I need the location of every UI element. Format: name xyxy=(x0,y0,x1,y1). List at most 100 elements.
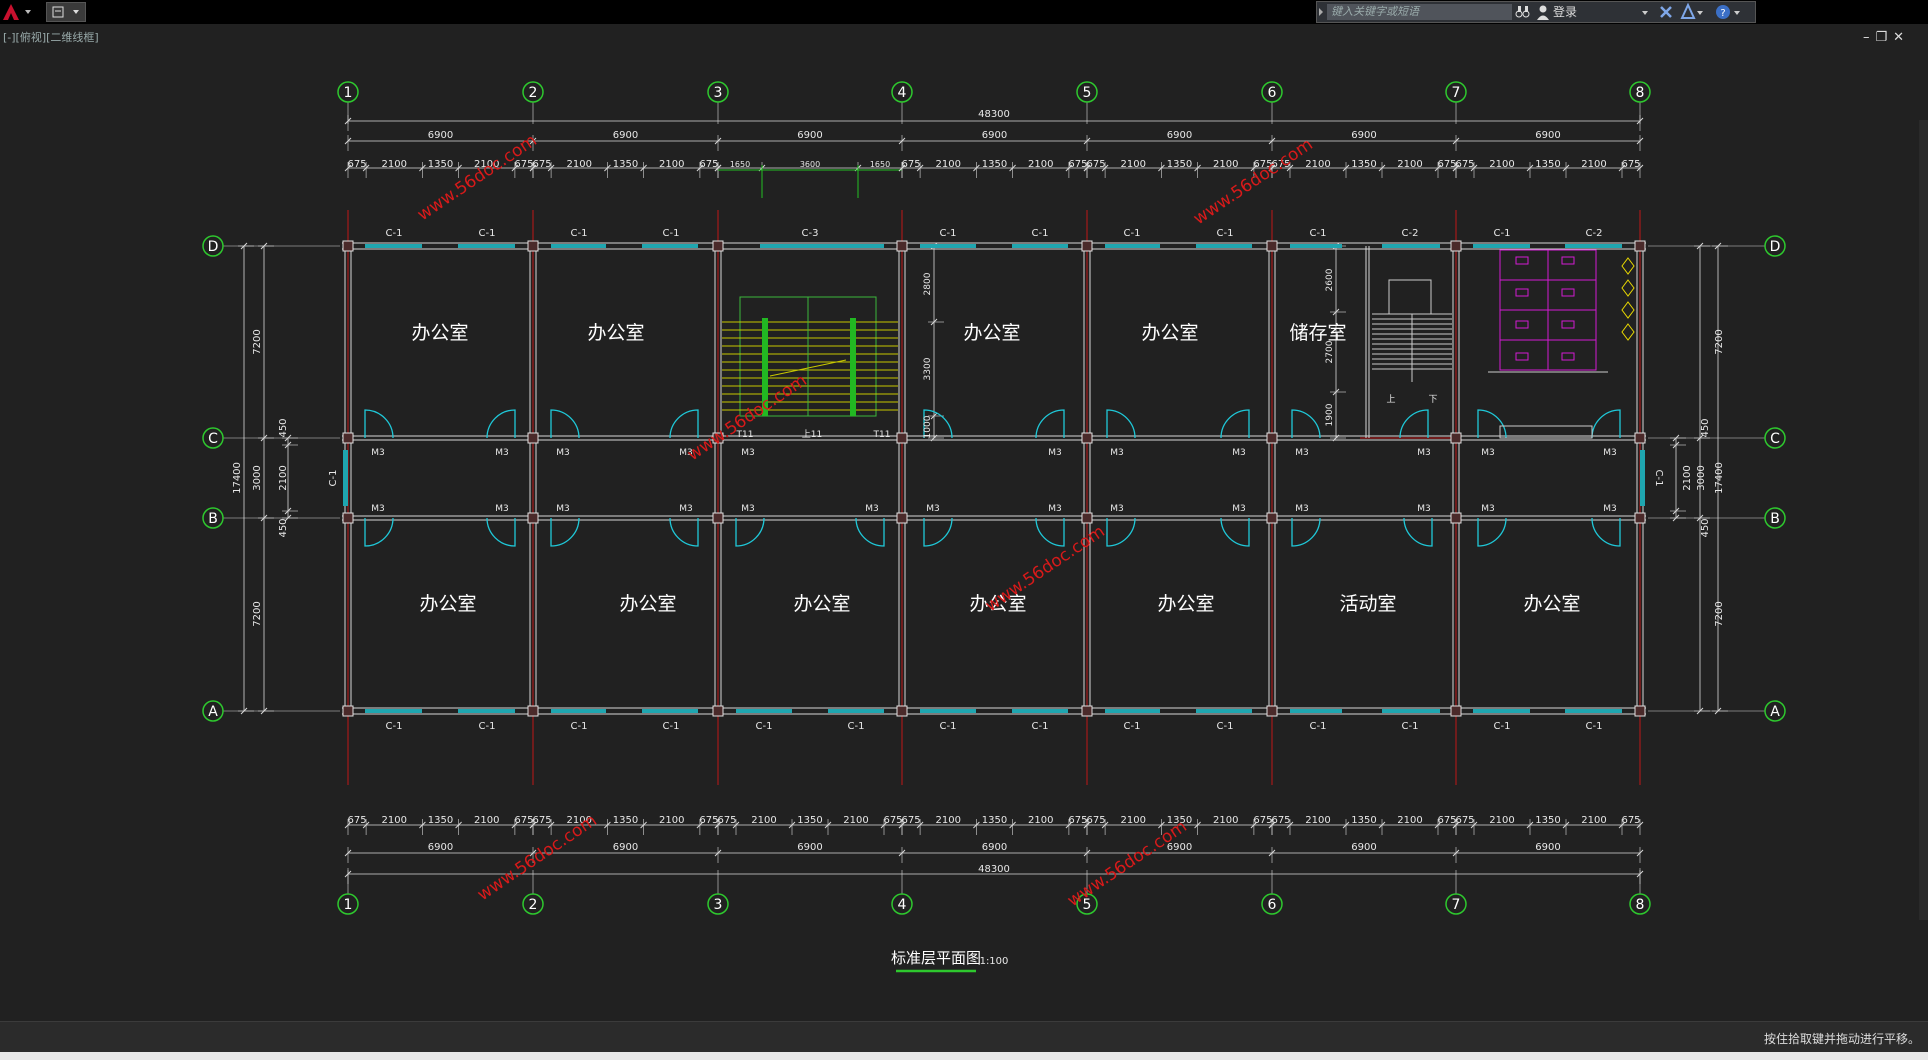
toilet xyxy=(1515,288,1529,297)
door xyxy=(855,517,885,547)
window xyxy=(920,244,976,248)
axis-label: 3 xyxy=(714,897,723,913)
dim-seg-top: 2100 xyxy=(567,159,592,170)
column xyxy=(712,512,724,524)
dim-seg-bottom: 675 xyxy=(902,815,921,826)
dim-seg-top: 1350 xyxy=(982,159,1007,170)
dim-seg-bottom: 675 xyxy=(348,815,367,826)
dim-seg-bottom: 675 xyxy=(1437,815,1456,826)
column xyxy=(342,240,354,252)
dim-bay-top: 6900 xyxy=(797,130,822,141)
window-label: C-1 xyxy=(663,228,680,239)
window xyxy=(1012,244,1068,248)
dim-seg-bottom: 2100 xyxy=(1213,815,1238,826)
column xyxy=(712,240,724,252)
axis-label: 6 xyxy=(1268,897,1277,913)
door-label: M3 xyxy=(495,448,509,458)
dim-storage: 1900 xyxy=(1325,403,1335,426)
room-name: 办公室 xyxy=(793,593,850,615)
toilet xyxy=(1561,320,1575,329)
window xyxy=(828,709,884,713)
door xyxy=(364,409,394,439)
room-name: 办公室 xyxy=(1141,322,1198,344)
door xyxy=(364,517,394,547)
door-label: M3 xyxy=(1048,504,1062,514)
door-label: M3 xyxy=(926,504,940,514)
stair-label: 下 xyxy=(1428,395,1437,405)
window-label: C-1 xyxy=(386,228,403,239)
dim-total-bottom: 48300 xyxy=(978,864,1010,875)
axis-label: 1 xyxy=(344,85,353,101)
dim-bay-top: 6900 xyxy=(1351,130,1376,141)
window xyxy=(1565,244,1622,248)
toilet xyxy=(1515,256,1529,265)
window-label: C-1 xyxy=(1032,228,1049,239)
stair-landing xyxy=(1388,279,1432,315)
axis-label: 8 xyxy=(1636,85,1645,101)
axis-label: 3 xyxy=(714,85,723,101)
floor-plan-drawing[interactable]: 483006900 6900 6900 6900 6900 6900 6900675 2100… xyxy=(0,0,1928,1021)
window xyxy=(1290,709,1342,713)
window xyxy=(365,244,422,248)
window xyxy=(642,709,698,713)
column xyxy=(527,705,539,717)
dim-stair-seg: 3600 xyxy=(800,160,820,169)
dim-seg-bottom: 2100 xyxy=(1397,815,1422,826)
axis-label: 6 xyxy=(1268,85,1277,101)
dim-seg-bottom: 2100 xyxy=(843,815,868,826)
column xyxy=(1450,705,1462,717)
door xyxy=(1106,409,1136,439)
window-label: C-1 xyxy=(663,721,680,732)
door-label: M3 xyxy=(1295,448,1309,458)
dim-row-right: 7200 xyxy=(1714,601,1725,626)
window xyxy=(1012,709,1068,713)
dim-seg-bottom: 675 xyxy=(1087,815,1106,826)
door xyxy=(1291,517,1321,547)
watermark: www.56doc.com xyxy=(1190,135,1317,230)
room-name: 办公室 xyxy=(619,593,676,615)
window xyxy=(1105,244,1160,248)
axis-label: A xyxy=(1770,704,1780,720)
dim-depth-left: 17400 xyxy=(232,462,243,494)
window-label: C-1 xyxy=(328,470,339,487)
walls xyxy=(342,240,1646,717)
window-side xyxy=(1640,450,1645,506)
dim-depth-right: 17400 xyxy=(1714,462,1725,494)
room-name: 活动室 xyxy=(1339,593,1396,615)
dim-row-right: 3000 xyxy=(1696,465,1707,490)
column xyxy=(1634,512,1646,524)
window xyxy=(1473,244,1530,248)
labels: 483006900 6900 6900 6900 6900 6900 6900675 2100… xyxy=(232,109,1725,973)
dim-seg-top: 2100 xyxy=(1397,159,1422,170)
dim-seg-top: 675 xyxy=(1437,159,1456,170)
dim-seg-bottom: 675 xyxy=(1621,815,1640,826)
door-label: M3 xyxy=(1603,504,1617,514)
drawing-scale: 1:100 xyxy=(980,956,1009,967)
window xyxy=(1196,709,1252,713)
dim-seg-bottom: 675 xyxy=(717,815,736,826)
window-label: C-1 xyxy=(940,721,957,732)
room-name: 储存室 xyxy=(1289,322,1346,344)
dim-bay-bottom: 6900 xyxy=(613,842,638,853)
door-label: M3 xyxy=(1417,504,1431,514)
dim-seg-bottom: 675 xyxy=(514,815,533,826)
dim-seg-bottom: 2100 xyxy=(936,815,961,826)
dim-seg-bottom: 675 xyxy=(1068,815,1087,826)
column xyxy=(342,432,354,444)
door-label: M3 xyxy=(1110,448,1124,458)
window xyxy=(760,244,884,248)
dimension-lines xyxy=(223,102,1765,894)
door-label: M3 xyxy=(556,504,570,514)
column xyxy=(527,512,539,524)
axis-label: D xyxy=(208,239,219,255)
door xyxy=(1291,409,1321,439)
dim-seg-bottom: 2100 xyxy=(751,815,776,826)
dim-seg-bottom: 1350 xyxy=(613,815,638,826)
axis-label: 4 xyxy=(898,897,907,913)
axis-label: C xyxy=(208,431,218,447)
door-label: M3 xyxy=(1295,504,1309,514)
window xyxy=(642,244,698,248)
urinal xyxy=(1621,323,1635,341)
dim-bay-top: 6900 xyxy=(1535,130,1560,141)
door xyxy=(486,517,516,547)
